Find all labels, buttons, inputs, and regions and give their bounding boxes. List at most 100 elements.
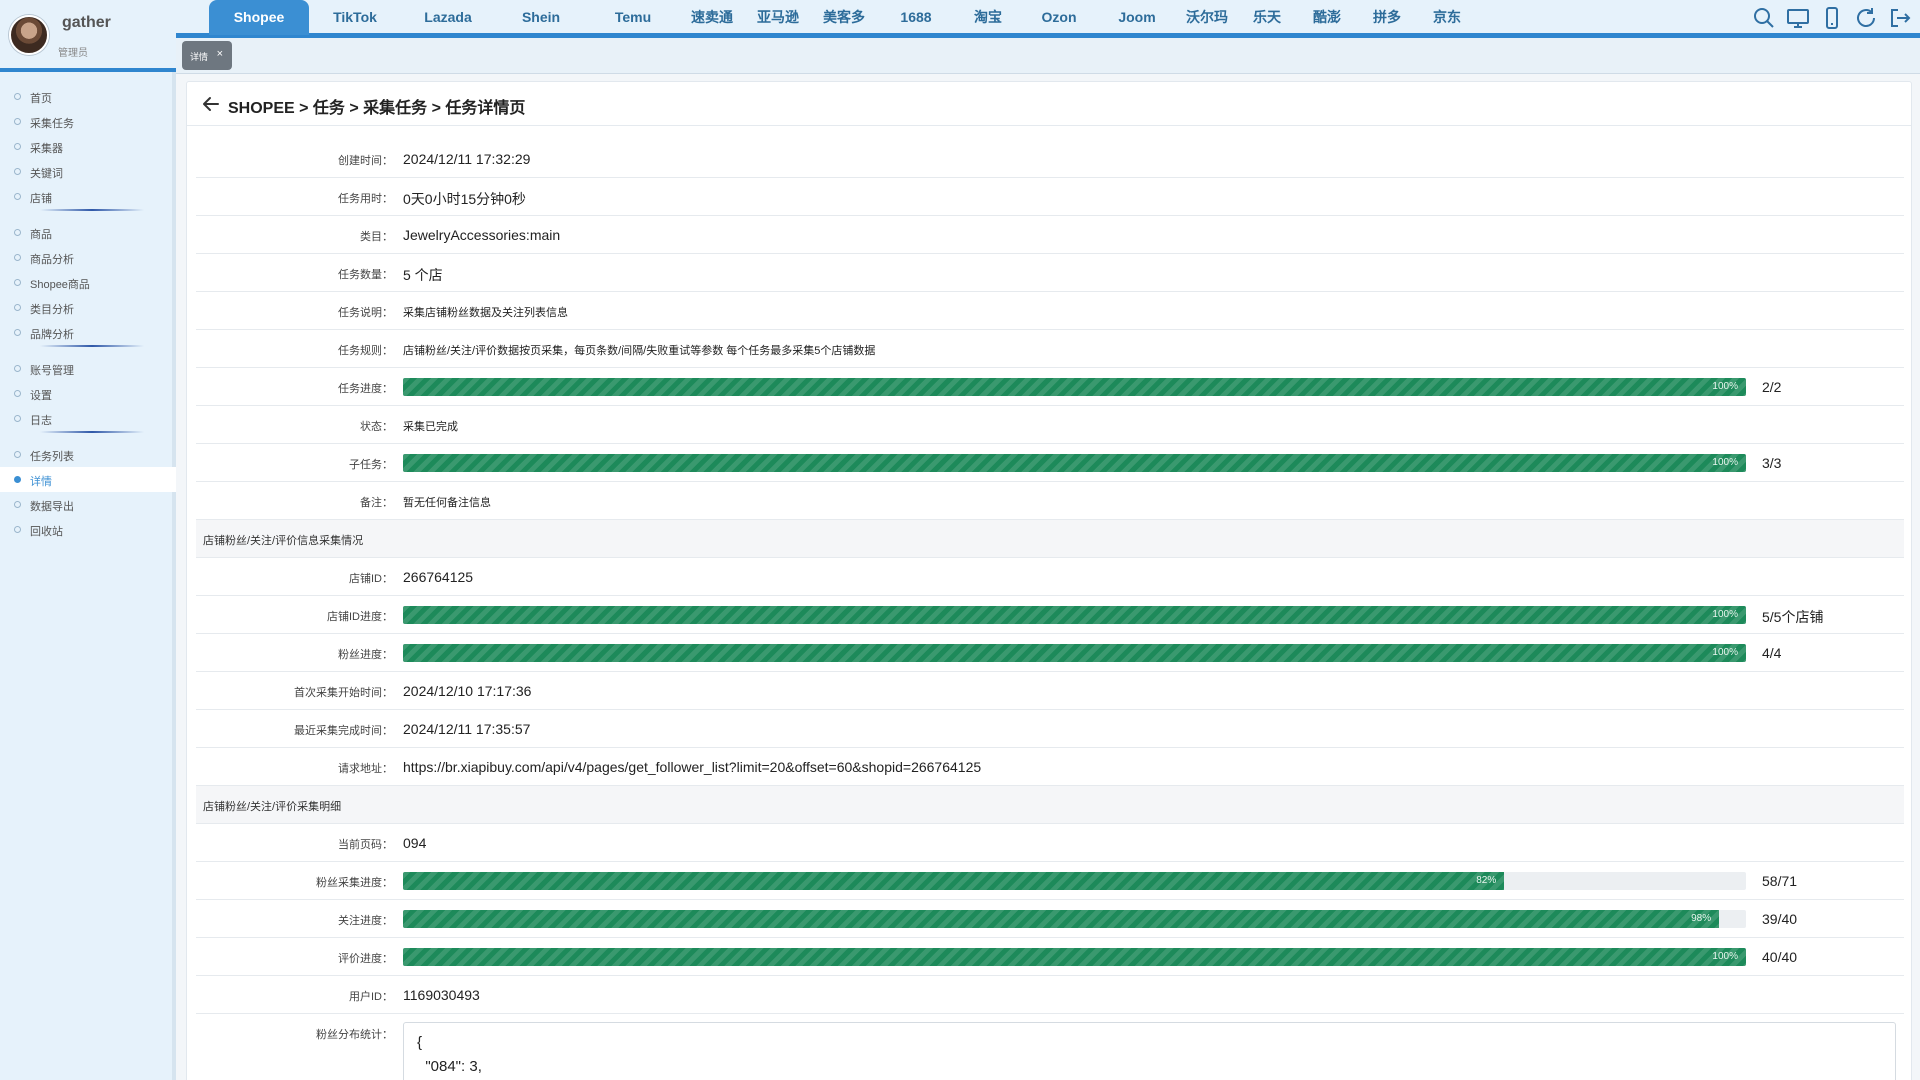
detail-row: 粉丝进度： 100% 4/4 [196,634,1904,672]
field-label: 请求地址： [338,763,393,775]
close-icon[interactable]: × [217,48,223,60]
sidebar-item[interactable]: 日志 [0,406,176,431]
field-label: 任务数量： [338,269,393,281]
refresh-icon[interactable] [1854,6,1878,30]
field-label: 粉丝分布统计： [316,1029,393,1041]
sidebar-item-label: 采集任务 [30,118,74,130]
progress-fill: 100% [403,948,1746,966]
sidebar-item[interactable]: 采集任务 [0,109,176,134]
tab-6[interactable]: 亚马逊 [745,0,811,35]
field-label: 评价进度： [338,953,393,965]
tab-8[interactable]: 1688 [877,0,955,35]
field-label: 粉丝进度： [338,649,393,661]
bullet-icon [14,118,21,125]
sidebar-item[interactable]: 数据导出 [0,492,176,517]
sidebar-item[interactable]: 采集器 [0,134,176,159]
logout-icon[interactable] [1888,6,1912,30]
sidebar-item-label: 日志 [30,415,52,427]
detail-row: 店铺ID进度： 100% 5/5个店铺 [196,596,1904,634]
sidebar-item[interactable]: Shopee商品 [0,270,176,295]
field-value: 暂无任何备注信息 [403,497,491,509]
bullet-icon [14,451,21,458]
progress-percent: 100% [1712,647,1738,658]
section-header: 店铺粉丝/关注/评价采集明细 [196,786,1904,824]
sidebar-item[interactable]: 首页 [0,84,176,109]
tab-4[interactable]: Temu [587,0,679,35]
sidebar-item[interactable]: 店铺 [0,184,176,209]
bullet-icon [14,254,21,261]
tab-10[interactable]: Ozon [1021,0,1097,35]
avatar[interactable] [9,15,49,55]
detail-row: 状态： 采集已完成 [196,406,1904,444]
bullet-icon [14,143,21,150]
detail-row: 请求地址： https://br.xiapibuy.com/api/v4/page… [196,748,1904,786]
progress-count: 3/3 [1762,455,1782,471]
sidebar-item-label: 商品分析 [30,254,74,266]
sidebar-item[interactable]: 品牌分析 [0,320,176,345]
sidebar-item-label: 商品 [30,229,52,241]
section-title: 店铺粉丝/关注/评价采集明细 [203,801,342,813]
tab-5[interactable]: 速卖通 [679,0,745,35]
sidebar-item[interactable]: 任务列表 [0,442,176,467]
mobile-icon[interactable] [1820,6,1844,30]
back-arrow-icon[interactable] [201,94,221,114]
sidebar-item[interactable]: 回收站 [0,517,176,542]
search-icon[interactable] [1752,6,1776,30]
bullet-icon [14,365,21,372]
tab-7[interactable]: 美客多 [811,0,877,35]
sidebar-item-label: 采集器 [30,143,63,155]
sidebar-divider [40,431,144,433]
section-title: 店铺粉丝/关注/评价信息采集情况 [203,535,364,547]
sidebar-item[interactable]: 账号管理 [0,356,176,381]
detail-row: 最近采集完成时间： 2024/12/11 17:35:57 [196,710,1904,748]
bullet-icon [14,168,21,175]
progress-count: 2/2 [1762,379,1782,395]
field-value: 2024/12/11 17:35:57 [403,721,531,737]
detail-row: 关注进度： 98% 39/40 [196,900,1904,938]
field-value: 2024/12/11 17:32:29 [403,151,531,167]
detail-row: 评价进度： 100% 40/40 [196,938,1904,976]
field-value: 店铺粉丝/关注/评价数据按页采集，每页条数/间隔/失败重试等参数 每个任务最多采… [403,345,876,357]
json-viewer[interactable]: { "084": 3, "091": 2, [403,1022,1896,1080]
detail-row: 任务数量： 5 个店 [196,254,1904,292]
sidebar-item-label: 品牌分析 [30,329,74,341]
tab-1[interactable]: TikTok [309,0,401,35]
sidebar-item[interactable]: 商品分析 [0,245,176,270]
progress-fill: 98% [403,910,1720,928]
field-value: 采集已完成 [403,421,458,433]
field-label: 店铺ID： [349,573,393,585]
field-label: 状态： [360,421,393,433]
tab-14[interactable]: 酷澎 [1297,0,1357,35]
tab-3[interactable]: Shein [495,0,587,35]
field-label: 用户ID： [349,991,393,1003]
progress-count: 58/71 [1762,873,1798,889]
tab-16[interactable]: 京东 [1417,0,1477,35]
bullet-icon [14,93,21,100]
sidebar-item[interactable]: 关键词 [0,159,176,184]
sidebar-item[interactable]: 商品 [0,220,176,245]
field-label: 任务说明： [338,307,393,319]
monitor-icon[interactable] [1786,6,1810,30]
tab-12[interactable]: 沃尔玛 [1177,0,1237,35]
field-label: 备注： [360,497,393,509]
main-panel: SHOPEE > 任务 > 采集任务 > 任务详情页 创建时间： 2024/12/… [186,81,1912,1080]
platform-tabs: Shopee TikTok Lazada Shein Temu 速卖通 亚马逊 美客多 1688… [209,0,1477,35]
detail-row: 创建时间： 2024/12/11 17:32:29 [196,140,1904,178]
sidebar-item[interactable]: 类目分析 [0,295,176,320]
sidebar-item[interactable]: 详情 [0,467,176,492]
field-value: 266764125 [403,569,474,585]
detail-list: 创建时间： 2024/12/11 17:32:29 任务用时： 0天0小时15分钟0秒… [196,140,1904,1080]
sidebar-item[interactable]: 设置 [0,381,176,406]
sidebar-item-label: 类目分析 [30,304,74,316]
tab-11[interactable]: Joom [1097,0,1177,35]
bullet-icon [14,526,21,533]
open-tag[interactable]: 详情 × [182,41,232,70]
tab-9[interactable]: 淘宝 [955,0,1021,35]
sidebar-item-label: 数据导出 [30,501,74,513]
tab-2[interactable]: Lazada [401,0,495,35]
tab-15[interactable]: 拼多 [1357,0,1417,35]
tab-13[interactable]: 乐天 [1237,0,1297,35]
tab-0[interactable]: Shopee [209,0,309,35]
field-label: 当前页码： [338,839,393,851]
bullet-icon [14,279,21,286]
